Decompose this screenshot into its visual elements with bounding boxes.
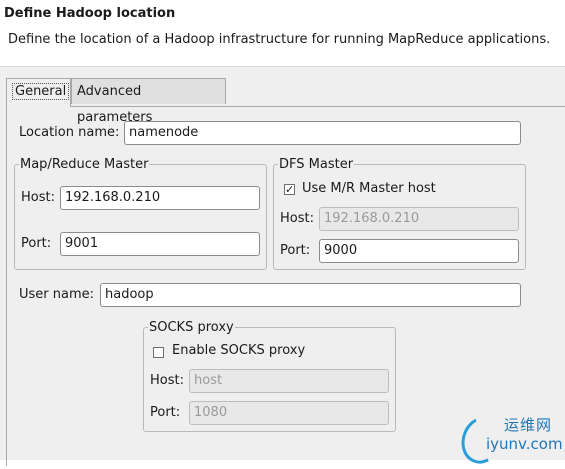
tab-general-label: General xyxy=(12,83,70,100)
socks-host-label: Host: xyxy=(150,373,184,388)
dialog-description: Define the location of a Hadoop infrastr… xyxy=(8,32,551,47)
dfs-host-label: Host: xyxy=(280,211,314,226)
user-name-label: User name: xyxy=(19,287,95,302)
socks-proxy-title: SOCKS proxy xyxy=(149,320,234,335)
dfs-port-label: Port: xyxy=(280,243,311,258)
watermark-text-url: iyunv.com xyxy=(486,435,563,453)
dialog-title: Define Hadoop location xyxy=(4,6,176,21)
mr-host-label: Host: xyxy=(21,190,55,205)
socks-port-field[interactable]: 1080 xyxy=(189,401,389,425)
tab-advanced-parameters[interactable]: Advanced parameters xyxy=(71,78,226,125)
dfs-port-field[interactable]: 9000 xyxy=(319,239,519,263)
use-mr-master-host-checkbox[interactable]: ✓ xyxy=(284,184,295,195)
location-name-field[interactable]: namenode xyxy=(124,121,521,145)
mr-port-label: Port: xyxy=(21,236,52,251)
socks-port-label: Port: xyxy=(150,405,181,420)
dialog-header: Define Hadoop location Define the locati… xyxy=(0,0,565,67)
site-watermark: 运维网 iyunv.com xyxy=(454,410,565,469)
dfs-host-field[interactable]: 192.168.0.210 xyxy=(319,207,519,231)
watermark-text-cn: 运维网 xyxy=(504,416,553,434)
socks-host-field[interactable]: host xyxy=(189,369,389,393)
dfs-master-title: DFS Master xyxy=(279,157,354,172)
location-name-label: Location name: xyxy=(19,125,120,140)
user-name-field[interactable]: hadoop xyxy=(100,283,521,307)
use-mr-master-host-label: Use M/R Master host xyxy=(302,181,436,196)
tab-general[interactable]: General xyxy=(6,78,71,107)
enable-socks-proxy-checkbox[interactable] xyxy=(153,347,164,358)
enable-socks-proxy-label: Enable SOCKS proxy xyxy=(172,343,306,358)
mr-host-field[interactable]: 192.168.0.210 xyxy=(60,186,260,210)
mapreduce-master-title: Map/Reduce Master xyxy=(20,157,149,172)
mr-port-field[interactable]: 9001 xyxy=(60,232,260,256)
